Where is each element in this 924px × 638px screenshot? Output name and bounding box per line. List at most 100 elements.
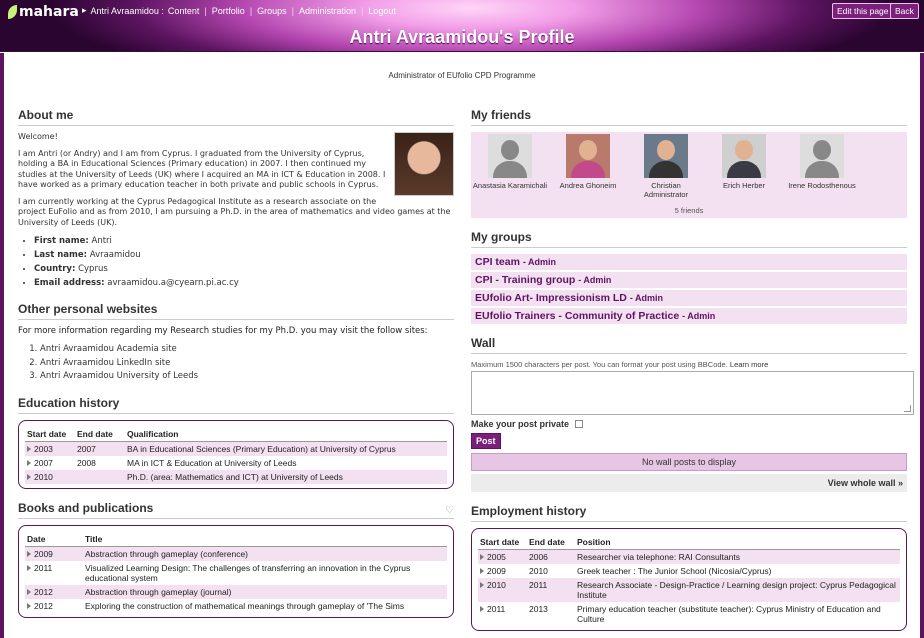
- prop-email: Email address: avraamidou.a@cyearn.pi.ac…: [34, 276, 454, 290]
- left-border: [0, 53, 4, 638]
- wall-post-textarea[interactable]: [471, 371, 914, 415]
- learn-more-link[interactable]: Learn more: [730, 360, 768, 369]
- expand-icon: [480, 582, 484, 588]
- friend-name: Erich Herber: [722, 181, 766, 190]
- nav-administration[interactable]: Administration: [299, 6, 356, 16]
- mahara-leaf-icon: [8, 5, 17, 19]
- group-item[interactable]: CPI - Training group - Admin: [471, 272, 907, 288]
- expand-icon: [480, 568, 484, 574]
- friend-name: Christian: [651, 181, 681, 190]
- col-position: Position: [575, 535, 900, 550]
- group-item[interactable]: EUfolio Art- Impressionism LD - Admin: [471, 290, 907, 306]
- groups-heading: My groups: [471, 230, 907, 248]
- friend-name: Irene Rodosthenous: [788, 181, 856, 190]
- private-post-row: Make your post private: [471, 419, 907, 429]
- edit-page-button[interactable]: Edit this page: [832, 3, 894, 19]
- nav-content[interactable]: Content: [168, 6, 200, 16]
- about-p1: Welcome!: [18, 132, 58, 141]
- website-link[interactable]: Antri Avraamidou Academia site: [40, 343, 454, 357]
- profile-subtitle: Administrator of EUfolio CPD Programme: [388, 71, 536, 80]
- prop-last-name: Last name: Avraamidou: [34, 248, 454, 262]
- websites-section: Other personal websites For more informa…: [18, 302, 454, 384]
- friend-avatar: [722, 134, 766, 178]
- friend-item[interactable]: Andrea Ghoneim: [549, 134, 627, 190]
- friends-count: 5 friends: [674, 206, 704, 215]
- no-wall-posts: No wall posts to display: [471, 453, 907, 471]
- table-row[interactable]: 2007 2008 MA in ICT & Education at Univers…: [25, 455, 447, 470]
- group-item[interactable]: CPI team - Admin: [471, 254, 907, 270]
- table-row[interactable]: 2011 2013 Primary education teacher (subst…: [478, 602, 900, 626]
- post-button[interactable]: Post: [471, 433, 501, 449]
- back-button[interactable]: Back: [890, 3, 919, 19]
- books-section: Books and publications ♡ Date Title 2009 A…: [18, 501, 454, 618]
- about-p2: I am Antri (or Andry) and I am from Cypr…: [18, 148, 386, 190]
- friend-item[interactable]: Irene Rodosthenous: [783, 134, 861, 190]
- friend-name: Andrea Ghoneim: [559, 181, 617, 190]
- logo-text: mahara: [19, 4, 79, 20]
- wall-heading: Wall: [471, 336, 907, 354]
- table-row[interactable]: 2009 2010 Greek teacher : The Junior Schoo…: [478, 564, 900, 578]
- col-title: Title: [83, 531, 447, 547]
- friend-avatar: [800, 134, 844, 178]
- websites-heading: Other personal websites: [18, 302, 454, 320]
- education-table: Start date End date Qualification 2003 2007…: [25, 426, 447, 484]
- group-item[interactable]: EUfolio Trainers - Community of Practice…: [471, 308, 907, 324]
- right-column: My friends Anastasia Karamichali Andrea …: [471, 108, 914, 631]
- expand-icon: [27, 602, 31, 609]
- employment-section: Employment history Start date End date Pos…: [471, 504, 907, 631]
- friend-name: Anastasia Karamichali: [472, 181, 548, 190]
- private-label: Make your post private: [471, 419, 570, 429]
- friend-avatar: [566, 134, 610, 178]
- left-column: About me Welcome! I am Antri (or Andry) …: [18, 108, 454, 618]
- table-row[interactable]: 2011 Visualized Learning Design: The chal…: [25, 560, 447, 585]
- expand-icon: [27, 588, 31, 595]
- education-heading: Education history: [18, 396, 454, 414]
- expand-icon: [480, 606, 484, 612]
- table-row[interactable]: 2010 Ph.D. (area: Mathematics and ICT) at…: [25, 469, 447, 484]
- books-table: Date Title 2009 Abstraction through gamepl…: [25, 531, 447, 613]
- prop-first-name: First name: Antri: [34, 234, 454, 248]
- heart-icon[interactable]: ♡: [445, 505, 454, 516]
- friend-item[interactable]: Erich Herber: [705, 134, 783, 190]
- website-link[interactable]: Antri Avraamidou University of Leeds: [40, 370, 454, 384]
- website-link[interactable]: Antri Avraamidou LinkedIn site: [40, 357, 454, 371]
- nav-user[interactable]: Antri Avraamidou :: [91, 6, 164, 16]
- nav-portfolio[interactable]: Portfolio: [212, 6, 245, 16]
- about-heading: About me: [18, 108, 454, 126]
- expand-icon: [480, 554, 484, 560]
- education-section: Education history Start date End date Qual…: [18, 396, 454, 489]
- view-whole-wall-link[interactable]: View whole wall »: [471, 474, 907, 492]
- friends-heading: My friends: [471, 108, 907, 126]
- expand-icon: [27, 550, 31, 557]
- table-row[interactable]: 2005 2006 Researcher via telephone: RAI Co…: [478, 549, 900, 564]
- employment-table: Start date End date Position 2005 2006 Resea…: [478, 535, 900, 626]
- col-start-date: Start date: [25, 426, 75, 442]
- page-header: mahara ▸ Antri Avraamidou : Content | Por…: [0, 0, 924, 52]
- friend-role: Administrator: [643, 190, 689, 199]
- websites-intro: For more information regarding my Resear…: [18, 326, 428, 336]
- mahara-logo[interactable]: mahara: [8, 4, 79, 20]
- table-row[interactable]: 2009 Abstraction through gameplay (confer…: [25, 546, 447, 561]
- table-row[interactable]: 2010 2011 Research Associate - Design-Prac…: [478, 578, 900, 602]
- private-checkbox[interactable]: [575, 420, 584, 428]
- nav-logout[interactable]: Logout: [368, 6, 396, 16]
- expand-icon: [27, 445, 31, 452]
- right-border: [920, 53, 924, 638]
- employment-heading: Employment history: [471, 504, 907, 522]
- col-start-date: Start date: [478, 535, 527, 550]
- table-row[interactable]: 2012 Exploring the construction of mathem…: [25, 598, 447, 613]
- table-row[interactable]: 2012 Abstraction through gameplay (journa…: [25, 584, 447, 599]
- wall-section: Wall Maximum 1500 characters per post. Y…: [471, 336, 914, 492]
- about-block: Welcome! I am Antri (or Andry) and I am …: [18, 132, 454, 290]
- profile-properties: First name: Antri Last name: Avraamidou …: [34, 234, 454, 290]
- education-table-box: Start date End date Qualification 2003 2007…: [18, 419, 454, 489]
- expand-icon: [27, 564, 31, 571]
- page-title: Antri Avraamidou's Profile: [349, 27, 575, 47]
- table-row[interactable]: 2003 2007 BA in Educational Sciences (Prim…: [25, 441, 447, 456]
- friend-item[interactable]: Anastasia Karamichali: [471, 134, 549, 190]
- books-table-box: Date Title 2009 Abstraction through gamepl…: [18, 524, 454, 618]
- nav-groups[interactable]: Groups: [257, 6, 287, 16]
- about-p3: I am currently working at the Cyprus Ped…: [18, 196, 451, 227]
- expand-icon: [27, 473, 31, 480]
- friend-item[interactable]: Christian Administrator: [627, 134, 705, 199]
